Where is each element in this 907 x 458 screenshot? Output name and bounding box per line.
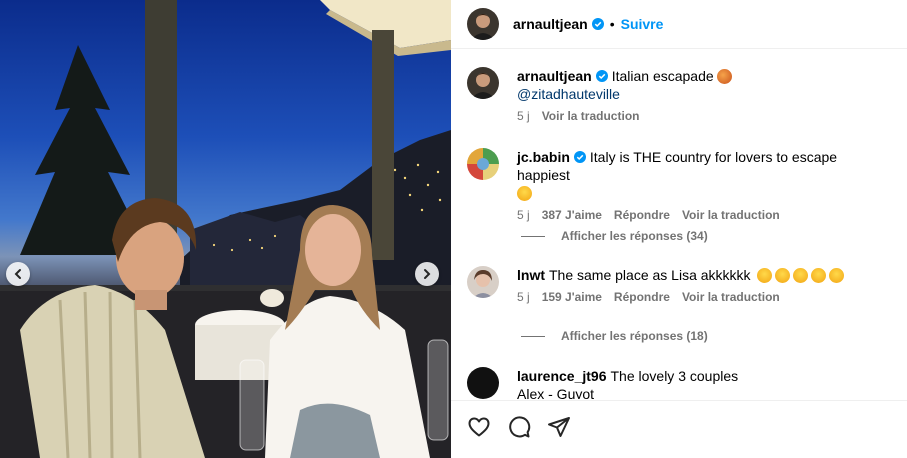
comment-avatar[interactable] (467, 367, 499, 399)
comment-text-line2: Alex - Guyot (517, 386, 595, 399)
star-struck-emoji-icon (811, 268, 827, 283)
previous-photo-button[interactable] (6, 262, 30, 286)
share-icon[interactable] (547, 415, 571, 439)
comment-username[interactable]: laurence_jt96 (517, 368, 607, 384)
view-replies-label: Afficher les réponses (18) (561, 329, 708, 343)
caption-username[interactable]: arnaultjean (517, 68, 592, 84)
next-photo-button[interactable] (415, 262, 439, 286)
chevron-left-icon (14, 269, 21, 279)
author-avatar[interactable] (467, 8, 499, 40)
comment-avatar[interactable] (467, 148, 499, 180)
comment-time: 5 j (517, 208, 530, 222)
replies-divider (521, 335, 545, 337)
comments-list[interactable]: arnaultjean Italian escapade @zitadhautev… (451, 49, 907, 399)
star-struck-emoji-icon (775, 268, 791, 283)
caption: arnaultjean Italian escapade @zitadhautev… (467, 67, 897, 123)
star-struck-emoji-icon (829, 268, 845, 283)
verified-badge-icon (573, 151, 586, 163)
replies-divider (521, 235, 545, 237)
comment-username[interactable]: lnwt (517, 267, 545, 283)
comment-reply-button[interactable]: Répondre (614, 290, 670, 304)
star-struck-emoji-icon (793, 268, 809, 283)
comment-likes[interactable]: 159 J'aime (542, 290, 602, 304)
comment-translate-link[interactable]: Voir la traduction (682, 208, 780, 222)
pasta-emoji-icon (716, 69, 732, 84)
caption-time: 5 j (517, 109, 530, 123)
verified-badge-icon (595, 70, 608, 82)
comment-reply-button[interactable]: Répondre (614, 208, 670, 222)
chevron-right-icon (424, 269, 431, 279)
separator-dot: • (609, 16, 615, 32)
caption-mention[interactable]: @zitadhauteville (517, 86, 620, 102)
follow-button[interactable]: Suivre (621, 16, 664, 32)
verified-badge-icon (591, 18, 604, 30)
comment-item: laurence_jt96 The lovely 3 couples Alex -… (467, 367, 897, 399)
author-username[interactable]: arnaultjean (513, 16, 588, 32)
comment-time: 5 j (517, 290, 530, 304)
comment-icon[interactable] (507, 415, 531, 439)
comment-avatar[interactable] (467, 266, 499, 298)
view-replies-label: Afficher les réponses (34) (561, 229, 708, 243)
comment-item: lnwt The same place as Lisa akkkkkk 5 j 1… (467, 266, 897, 304)
comment-item: jc.babin Italy is THE country for lovers … (467, 148, 897, 222)
star-struck-emoji-icon (517, 186, 532, 201)
star-struck-emoji-icon (757, 268, 773, 283)
view-replies-button[interactable]: Afficher les réponses (18) (521, 329, 708, 343)
heart-icon[interactable] (467, 415, 491, 439)
comment-likes[interactable]: 387 J'aime (542, 208, 602, 222)
photo-scene (0, 0, 451, 458)
post-photo[interactable] (0, 0, 451, 458)
post-header: arnaultjean • Suivre (451, 0, 907, 49)
comment-text: The same place as Lisa akkkkkk (549, 267, 751, 283)
caption-text: Italian escapade (611, 68, 714, 84)
caption-avatar[interactable] (467, 67, 499, 99)
post-actions-bar (451, 400, 907, 458)
comment-translate-link[interactable]: Voir la traduction (682, 290, 780, 304)
comment-username[interactable]: jc.babin (517, 149, 570, 165)
post-side-panel: arnaultjean • Suivre arnaultjean Italian … (451, 0, 907, 458)
comment-text: The lovely 3 couples (610, 368, 739, 384)
view-replies-button[interactable]: Afficher les réponses (34) (521, 229, 708, 243)
caption-translate-link[interactable]: Voir la traduction (542, 109, 640, 123)
